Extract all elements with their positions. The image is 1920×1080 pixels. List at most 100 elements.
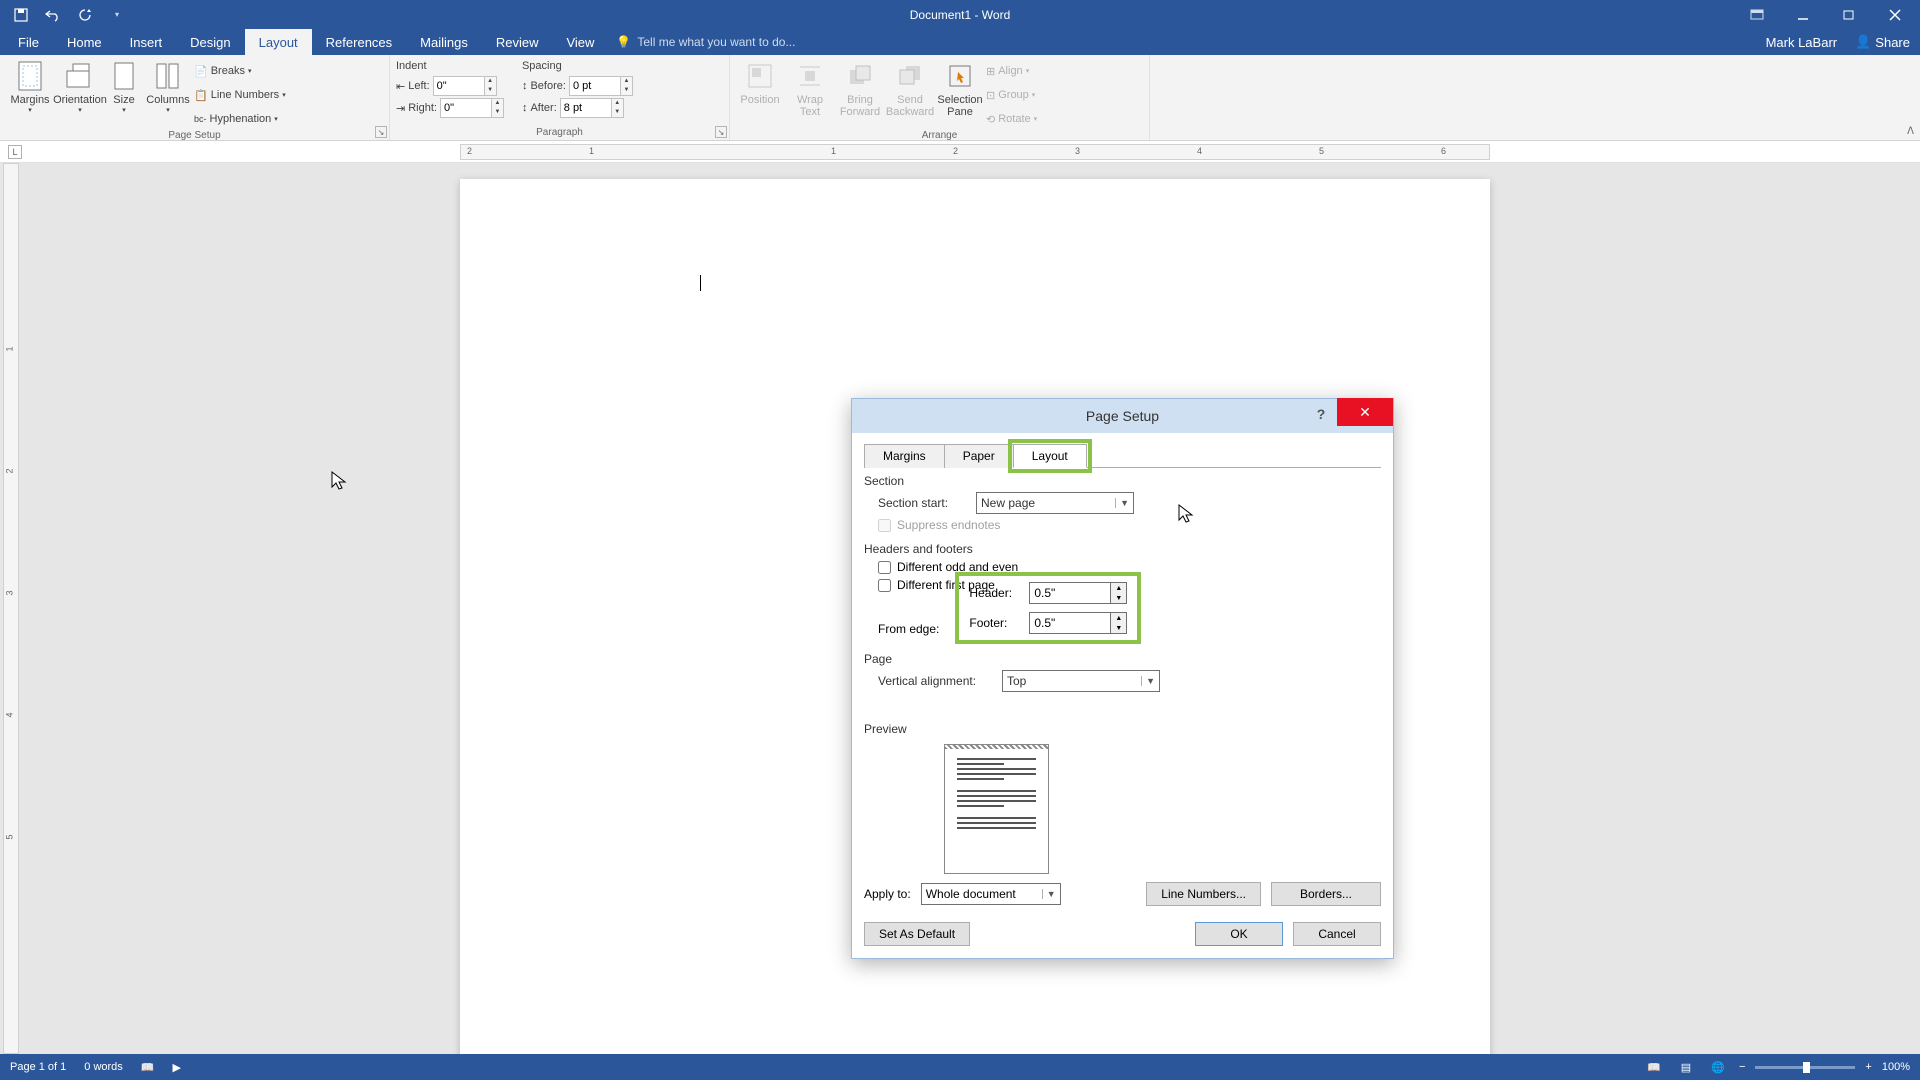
- group-arrange: Position Wrap Text Bring Forward Send Ba…: [730, 55, 1150, 140]
- ribbon-display-icon[interactable]: [1740, 4, 1774, 26]
- tab-view[interactable]: View: [552, 29, 608, 55]
- set-as-default-button[interactable]: Set As Default: [864, 922, 970, 946]
- hyphenation-button[interactable]: bc‐Hyphenation▾: [194, 108, 286, 130]
- page-setup-launcher[interactable]: ↘: [375, 126, 387, 138]
- dialog-title: Page Setup: [1086, 408, 1159, 424]
- ribbon: Margins▾ Orientation▾ Size▾ Columns▾ 📄Br…: [0, 55, 1920, 141]
- send-backward-button: Send Backward: [886, 58, 934, 130]
- qat-customize-icon[interactable]: ▾: [108, 6, 126, 24]
- word-count[interactable]: 0 words: [84, 1061, 123, 1073]
- header-spinner[interactable]: ▲▼: [1029, 582, 1127, 604]
- save-icon[interactable]: [12, 6, 30, 24]
- chevron-down-icon: ▼: [1115, 498, 1129, 508]
- line-numbers-button[interactable]: Line Numbers...: [1146, 882, 1261, 906]
- vertical-alignment-select[interactable]: Top▼: [1002, 670, 1160, 692]
- spacing-before-input[interactable]: ▲▼: [569, 76, 633, 96]
- dialog-close-button[interactable]: ✕: [1337, 398, 1393, 426]
- print-layout-icon[interactable]: ▤: [1675, 1058, 1697, 1076]
- dialog-tabs: Margins Paper Layout: [864, 443, 1381, 468]
- size-icon: [108, 60, 140, 92]
- zoom-out-button[interactable]: −: [1739, 1061, 1745, 1073]
- zoom-slider[interactable]: [1755, 1066, 1855, 1069]
- rotate-button: ⟲Rotate▾: [986, 108, 1037, 130]
- breaks-button[interactable]: 📄Breaks▾: [194, 60, 286, 82]
- window-title: Document1 - Word: [910, 8, 1010, 22]
- section-start-label: Section start:: [878, 496, 968, 510]
- margins-button[interactable]: Margins▾: [6, 58, 54, 130]
- collapse-ribbon-icon[interactable]: ᐱ: [1907, 126, 1914, 137]
- user-name[interactable]: Mark LaBarr: [1766, 35, 1838, 50]
- minimize-icon[interactable]: [1786, 4, 1820, 26]
- indent-left-icon: ⇤: [396, 80, 405, 93]
- dialog-tab-paper[interactable]: Paper: [944, 444, 1014, 468]
- tell-me-search[interactable]: 💡 Tell me what you want to do...: [608, 29, 795, 55]
- spinner-down-icon[interactable]: ▼: [1111, 623, 1126, 633]
- ok-button[interactable]: OK: [1195, 922, 1283, 946]
- dialog-tab-margins[interactable]: Margins: [864, 444, 945, 468]
- tab-home[interactable]: Home: [53, 29, 116, 55]
- tab-insert[interactable]: Insert: [116, 29, 177, 55]
- paragraph-launcher[interactable]: ↘: [715, 126, 727, 138]
- dialog-tab-layout[interactable]: Layout: [1013, 444, 1087, 468]
- tab-design[interactable]: Design: [176, 29, 244, 55]
- undo-icon[interactable]: [44, 6, 62, 24]
- zoom-in-button[interactable]: +: [1865, 1061, 1871, 1073]
- selection-pane-button[interactable]: Selection Pane: [936, 58, 984, 130]
- maximize-icon[interactable]: [1832, 4, 1866, 26]
- tab-file[interactable]: File: [4, 29, 53, 55]
- text-caret: [700, 275, 701, 291]
- bring-forward-button: Bring Forward: [836, 58, 884, 130]
- chevron-down-icon: ▼: [1141, 676, 1155, 686]
- borders-button[interactable]: Borders...: [1271, 882, 1381, 906]
- tab-references[interactable]: References: [312, 29, 406, 55]
- vertical-ruler[interactable]: 1 2 3 4 5: [3, 163, 19, 1054]
- margins-icon: [14, 60, 46, 92]
- share-button[interactable]: 👤 Share: [1855, 34, 1910, 50]
- spinner-up-icon[interactable]: ▲: [1111, 613, 1126, 623]
- different-odd-even-check[interactable]: Different odd and even: [878, 560, 1381, 574]
- mouse-cursor-icon: [330, 470, 348, 492]
- section-start-select[interactable]: New page▼: [976, 492, 1134, 514]
- group-paragraph: Indent ⇤Left:▲▼ ⇥Right:▲▼ Spacing ↕Befor…: [390, 55, 730, 140]
- tab-mailings[interactable]: Mailings: [406, 29, 482, 55]
- apply-to-select[interactable]: Whole document▼: [921, 883, 1061, 905]
- spinner-down-icon[interactable]: ▼: [1111, 593, 1126, 603]
- web-layout-icon[interactable]: 🌐: [1707, 1058, 1729, 1076]
- dialog-help-button[interactable]: ?: [1309, 402, 1333, 426]
- columns-button[interactable]: Columns▾: [144, 58, 192, 130]
- cancel-button[interactable]: Cancel: [1293, 922, 1381, 946]
- spellcheck-icon[interactable]: 📖: [141, 1061, 155, 1074]
- spacing-after-input[interactable]: ▲▼: [560, 98, 624, 118]
- indent-label: Indent: [396, 60, 504, 72]
- redo-icon[interactable]: [76, 6, 94, 24]
- horizontal-ruler[interactable]: 2 1 1 2 3 4 5 6: [460, 144, 1490, 160]
- footer-spinner[interactable]: ▲▼: [1029, 612, 1127, 634]
- vertical-alignment-label: Vertical alignment:: [878, 674, 994, 688]
- indent-right-input[interactable]: ▲▼: [440, 98, 504, 118]
- orientation-button[interactable]: Orientation▾: [56, 58, 104, 130]
- status-bar: Page 1 of 1 0 words 📖 ▶ 📖 ▤ 🌐 − + 100%: [0, 1054, 1920, 1080]
- close-icon[interactable]: [1878, 4, 1912, 26]
- read-mode-icon[interactable]: 📖: [1643, 1058, 1665, 1076]
- rotate-icon: ⟲: [986, 113, 995, 126]
- zoom-level[interactable]: 100%: [1882, 1061, 1910, 1073]
- from-edge-highlight: Header: ▲▼ Footer: ▲▼: [959, 576, 1137, 640]
- tab-review[interactable]: Review: [482, 29, 553, 55]
- line-numbers-button[interactable]: 📋Line Numbers▾: [194, 84, 286, 106]
- spacing-before-row: ↕Before:▲▼: [522, 75, 633, 97]
- send-backward-icon: [894, 60, 926, 92]
- macro-icon[interactable]: ▶: [173, 1061, 181, 1074]
- preview-label: Preview: [864, 722, 1381, 736]
- page-count[interactable]: Page 1 of 1: [10, 1061, 66, 1073]
- orientation-icon: [64, 60, 96, 92]
- mouse-cursor-icon: [1177, 503, 1195, 525]
- tab-selector[interactable]: L: [8, 145, 22, 159]
- tab-layout[interactable]: Layout: [245, 29, 312, 55]
- section-label: Section: [864, 474, 1381, 488]
- spinner-up-icon[interactable]: ▲: [1111, 583, 1126, 593]
- lightbulb-icon: 💡: [616, 35, 631, 49]
- size-button[interactable]: Size▾: [106, 58, 142, 130]
- indent-left-input[interactable]: ▲▼: [433, 76, 497, 96]
- dialog-titlebar[interactable]: Page Setup ? ✕: [852, 399, 1393, 433]
- apply-to-label: Apply to:: [864, 887, 911, 901]
